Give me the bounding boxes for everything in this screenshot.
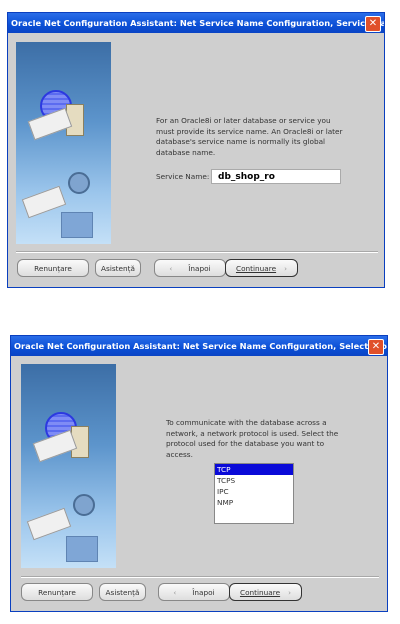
- back-button[interactable]: ‹ Înapoi: [154, 259, 226, 277]
- back-arrow-icon: ‹: [169, 264, 173, 273]
- next-button[interactable]: Continuare ›: [225, 259, 298, 277]
- protocol-item[interactable]: TCPS: [215, 475, 293, 486]
- back-button[interactable]: ‹ Înapoi: [158, 583, 230, 601]
- dialog-service-name: Oracle Net Configuration Assistant: Net …: [7, 12, 385, 288]
- dialog-select-protocols: Oracle Net Configuration Assistant: Net …: [10, 335, 388, 612]
- wizard-illustration: [16, 42, 111, 244]
- cancel-button[interactable]: Renunțare: [21, 583, 93, 601]
- close-icon[interactable]: ✕: [368, 339, 384, 355]
- help-button[interactable]: Asistență: [95, 259, 141, 277]
- service-name-label: Service Name:: [156, 172, 210, 181]
- next-arrow-icon: ›: [284, 264, 288, 273]
- separator: [16, 251, 378, 253]
- description-text: To communicate with the database across …: [166, 418, 339, 459]
- next-label: Continuare: [235, 264, 277, 273]
- next-arrow-icon: ›: [288, 588, 292, 597]
- title-bar: Oracle Net Configuration Assistant: Net …: [11, 336, 387, 356]
- back-label: Înapoi: [188, 264, 211, 273]
- cancel-button[interactable]: Renunțare: [17, 259, 89, 277]
- back-label: Înapoi: [192, 588, 215, 597]
- help-button[interactable]: Asistență: [99, 583, 146, 601]
- next-label: Continuare: [239, 588, 281, 597]
- protocol-item[interactable]: NMP: [215, 497, 293, 508]
- protocol-item[interactable]: IPC: [215, 486, 293, 497]
- protocol-list[interactable]: TCP TCPS IPC NMP: [214, 463, 294, 524]
- wizard-illustration: [21, 364, 116, 568]
- title-bar: Oracle Net Configuration Assistant: Net …: [8, 13, 384, 33]
- close-icon[interactable]: ✕: [365, 16, 381, 32]
- next-button[interactable]: Continuare ›: [229, 583, 302, 601]
- back-arrow-icon: ‹: [173, 588, 177, 597]
- separator: [21, 576, 379, 578]
- description-text: For an Oracle8i or later database or ser…: [156, 116, 343, 157]
- protocol-item[interactable]: TCP: [215, 464, 293, 475]
- service-name-input[interactable]: db_shop_ro: [211, 169, 341, 184]
